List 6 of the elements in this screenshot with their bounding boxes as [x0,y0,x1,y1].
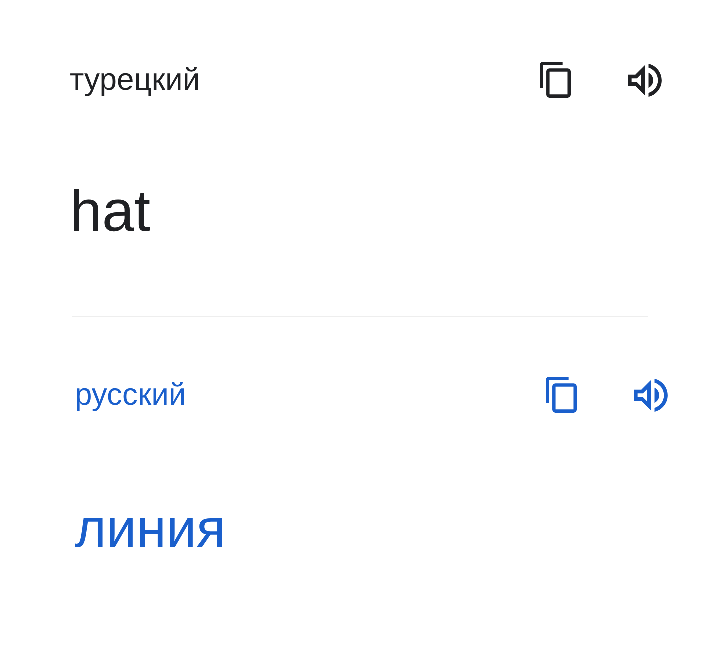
language-label: русский [75,376,186,414]
language-label: турецкий [70,61,200,99]
copy-icon[interactable] [540,62,571,98]
source-text: hat [70,179,151,244]
speaker-icon[interactable] [628,64,662,96]
translation-text: линия [75,499,226,559]
